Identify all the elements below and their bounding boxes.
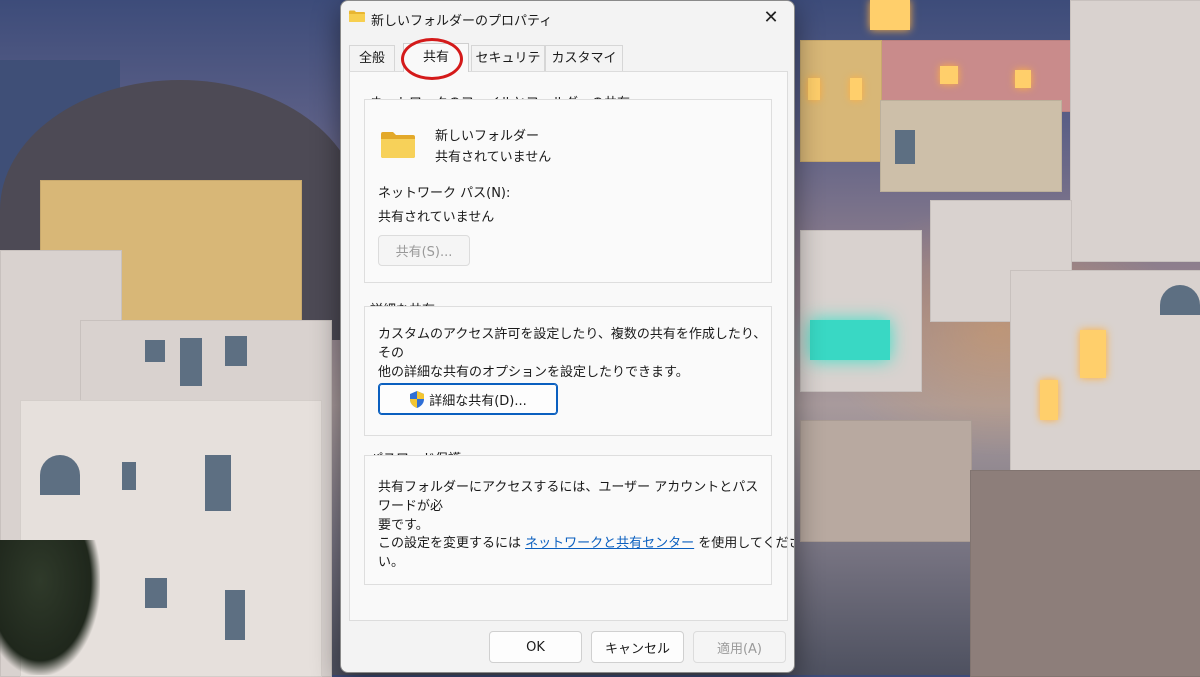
tab-customize[interactable]: カスタマイズ <box>545 45 623 91</box>
building <box>1070 0 1200 262</box>
pool <box>810 320 890 360</box>
window <box>940 66 958 84</box>
change-setting-line: い。 <box>378 555 405 570</box>
building <box>800 230 922 392</box>
building <box>800 420 972 542</box>
folder-name: 新しいフォルダー <box>435 129 540 144</box>
window <box>145 578 167 608</box>
window <box>1080 330 1106 378</box>
tab-sharing[interactable]: 共有 <box>403 43 469 72</box>
building <box>970 470 1200 677</box>
window <box>40 455 80 495</box>
network-sharing-center-link[interactable]: ネットワークと共有センター <box>525 536 694 551</box>
advanced-sharing-group: カスタムのアクセス許可を設定したり、複数の共有を作成したり、その 他の詳細な共有… <box>364 306 772 436</box>
tab-label: 全般 <box>358 51 385 66</box>
dialog-title: 新しいフォルダーのプロパティ <box>371 14 553 29</box>
description-line: 他の詳細な共有のオプションを設定したりできます。 <box>378 365 689 380</box>
sharing-panel: ネットワークのファイルとフォルダーの共有 新しいフォルダー 共有されていません … <box>349 71 794 621</box>
advanced-sharing-button[interactable]: 詳細な共有(D)... <box>378 383 558 415</box>
building <box>800 40 882 162</box>
network-sharing-group: 新しいフォルダー 共有されていません ネットワーク パス(N): 共有されていま… <box>364 99 772 283</box>
window <box>895 130 915 164</box>
description-line: カスタムのアクセス許可を設定したり、複数の共有を作成したり、その <box>378 327 767 361</box>
window <box>180 338 202 386</box>
description-line: 要です。 <box>378 518 429 533</box>
advanced-sharing-button-label: 詳細な共有(D)... <box>429 393 527 409</box>
window <box>808 78 820 100</box>
window <box>1040 380 1058 420</box>
window <box>225 336 247 366</box>
window <box>205 455 231 511</box>
folder-icon <box>381 132 415 158</box>
password-protection-group: 共有フォルダーにアクセスするには、ユーザー アカウントとパスワードが必 要です。… <box>364 455 794 585</box>
description-line: 共有フォルダーにアクセスするには、ユーザー アカウントとパスワードが必 <box>378 480 759 514</box>
uac-shield-icon <box>410 390 425 408</box>
change-setting-line: この設定を変更するには ネットワークと共有センター を使用してくださ <box>378 534 794 553</box>
network-path-value: 共有されていません <box>378 210 495 225</box>
window <box>122 462 136 490</box>
tab-general[interactable]: 全般 <box>349 45 395 71</box>
network-path-label: ネットワーク パス(N): <box>378 186 511 201</box>
close-button[interactable]: ✕ <box>748 1 794 33</box>
window <box>850 78 862 100</box>
apply-button[interactable]: 適用(A) <box>693 631 786 663</box>
cancel-button[interactable]: キャンセル <box>591 631 684 663</box>
window <box>145 340 165 362</box>
share-button[interactable]: 共有(S)... <box>378 235 470 266</box>
share-button-label: 共有(S)... <box>395 245 453 260</box>
tab-label: 共有 <box>422 50 449 65</box>
cancel-button-label: キャンセル <box>604 641 670 657</box>
close-icon: ✕ <box>763 6 779 28</box>
window <box>225 590 245 640</box>
change-suffix: を使用してくださ <box>694 536 795 551</box>
ok-button-label: OK <box>526 639 545 655</box>
advanced-sharing-description: カスタムのアクセス許可を設定したり、複数の共有を作成したり、その 他の詳細な共有… <box>378 325 768 382</box>
window <box>1015 70 1031 88</box>
title-bar: 新しいフォルダーのプロパティ ✕ <box>341 1 794 35</box>
folder-share-status: 共有されていません <box>435 150 552 165</box>
password-protection-description: 共有フォルダーにアクセスするには、ユーザー アカウントとパスワードが必 要です。 <box>378 478 768 535</box>
change-prefix: この設定を変更するには <box>378 536 526 551</box>
apply-button-label: 適用(A) <box>716 641 763 657</box>
window <box>870 0 910 30</box>
ok-button[interactable]: OK <box>489 631 582 663</box>
tab-security[interactable]: セキュリティ <box>471 45 545 91</box>
folder-icon <box>349 10 365 22</box>
palm-tree <box>0 540 100 675</box>
properties-dialog: 新しいフォルダーのプロパティ ✕ 全般 共有 セキュリティ カスタマイズ ネット… <box>340 0 795 673</box>
change-setting-text: この設定を変更するには ネットワークと共有センター を使用してくださ い。 <box>378 534 794 572</box>
